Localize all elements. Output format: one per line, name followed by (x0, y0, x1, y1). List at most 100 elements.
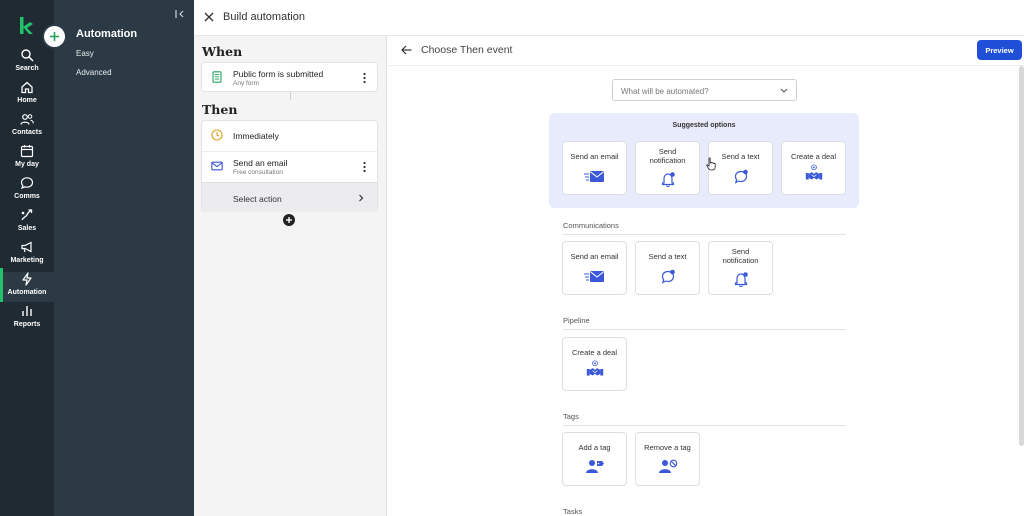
option-create-deal[interactable]: Create a deal (562, 337, 627, 391)
option-send-email[interactable]: Send an email (562, 141, 627, 195)
category-label-tags: Tags (563, 412, 579, 421)
form-icon (212, 71, 222, 83)
option-label: Remove a tag (644, 443, 691, 452)
create-new-button[interactable] (44, 26, 65, 47)
rail-item-search[interactable]: Search (0, 48, 54, 78)
option-add-tag[interactable]: Add a tag (562, 432, 627, 486)
rail-item-home[interactable]: Home (0, 80, 54, 110)
category-divider (563, 234, 846, 235)
home-icon (21, 81, 33, 94)
option-label: Send an email (570, 252, 619, 261)
then-card: Immediately Send an email Free consultat… (201, 120, 378, 212)
option-send-text[interactable]: Send a text (708, 141, 773, 195)
panel-title: Choose Then event (421, 44, 513, 56)
select-action-row[interactable]: Select action (202, 182, 377, 212)
trigger-subtitle: Any form (233, 80, 260, 87)
step-immediately[interactable]: Immediately (202, 121, 377, 151)
clock-icon (211, 129, 223, 141)
email-icon (211, 161, 223, 171)
brand-logo-icon[interactable] (18, 16, 36, 36)
suggested-title: Suggested options (672, 122, 736, 129)
option-send-text[interactable]: Send a text (635, 241, 700, 295)
bar-chart-icon (22, 306, 32, 316)
option-create-deal[interactable]: Create a deal (781, 141, 846, 195)
rail-item-marketing[interactable]: Marketing (0, 240, 54, 270)
rail-label: Contacts (12, 129, 42, 136)
option-label: Send notification (649, 147, 686, 165)
category-label-pipeline: Pipeline (563, 316, 590, 325)
automation-builder: When Public form is submitted Any form T… (194, 36, 387, 516)
top-header: Build automation (194, 0, 1024, 36)
option-send-email[interactable]: Send an email (562, 241, 627, 295)
automation-search-input[interactable] (621, 84, 771, 98)
main-scrollbar[interactable] (1019, 66, 1024, 446)
collapse-sidebar-icon[interactable] (174, 8, 186, 20)
add-tag-icon (586, 460, 604, 473)
option-send-notification[interactable]: Send notification (635, 141, 700, 195)
handshake-deal-icon (805, 164, 823, 180)
rail-item-contacts[interactable]: Contacts (0, 112, 54, 142)
bolt-icon (22, 272, 32, 286)
trigger-title: Public form is submitted (233, 69, 324, 79)
option-label: Send an email (570, 152, 619, 161)
trigger-step[interactable]: Public form is submitted Any form (202, 63, 377, 93)
rail-label: Comms (14, 193, 40, 200)
text-message-icon (734, 169, 748, 184)
option-remove-tag[interactable]: Remove a tag (635, 432, 700, 486)
rail-item-automation[interactable]: Automation (0, 268, 54, 302)
step-title: Send an email (233, 158, 288, 168)
category-label-tasks: Tasks (563, 507, 583, 516)
rail-label: My day (15, 161, 39, 168)
bell-notification-icon (661, 172, 675, 188)
step-send-email[interactable]: Send an email Free consultation (202, 152, 377, 182)
option-send-notification[interactable]: Send notification (708, 241, 773, 295)
handshake-deal-icon (586, 360, 604, 376)
more-options-icon[interactable] (363, 72, 366, 84)
category-label-communications: Communications (563, 221, 619, 230)
rail-label: Home (17, 97, 37, 104)
subnav-title: Automation (76, 28, 138, 40)
contacts-icon (20, 114, 34, 125)
option-label: Add a tag (578, 443, 611, 452)
calendar-icon (20, 145, 34, 158)
rail-item-my-day[interactable]: My day (0, 144, 54, 174)
step-title: Immediately (233, 131, 279, 141)
back-arrow-icon[interactable] (401, 45, 412, 55)
option-label: Send a text (648, 252, 687, 261)
remove-tag-icon (659, 459, 678, 473)
preview-button[interactable]: Preview (977, 40, 1022, 60)
more-options-icon[interactable] (363, 161, 366, 173)
icon-rail: Search Home Contacts My day Comms Sales … (0, 0, 54, 516)
rail-label: Automation (7, 289, 47, 296)
category-divider (563, 425, 846, 426)
option-label: Send notification (722, 247, 759, 265)
then-heading: Then (202, 102, 238, 117)
text-message-icon (661, 269, 675, 284)
category-divider (563, 329, 846, 330)
rail-item-sales[interactable]: Sales (0, 208, 54, 238)
rail-item-reports[interactable]: Reports (0, 304, 54, 334)
connector-line (290, 92, 291, 100)
sales-icon (21, 209, 33, 221)
subnav-item-advanced[interactable]: Advanced (76, 68, 112, 77)
subnav-item-easy[interactable]: Easy (76, 49, 94, 58)
plus-icon (50, 32, 59, 41)
option-label: Send a text (721, 152, 760, 161)
trigger-card[interactable]: Public form is submitted Any form (201, 62, 378, 92)
secondary-sidebar (54, 0, 194, 516)
select-action-label: Select action (233, 194, 282, 204)
chevron-right-icon (359, 194, 364, 202)
automation-search-select[interactable] (612, 79, 797, 101)
rail-label: Search (15, 65, 39, 72)
search-icon (21, 49, 34, 62)
email-send-icon (584, 271, 604, 282)
close-icon[interactable] (204, 12, 214, 22)
option-label: Create a deal (571, 348, 618, 357)
rail-label: Sales (17, 225, 37, 232)
email-send-icon (584, 171, 604, 182)
rail-label: Reports (13, 321, 41, 328)
rail-item-comms[interactable]: Comms (0, 176, 54, 206)
bell-notification-icon (734, 272, 748, 288)
main-header: Choose Then event (388, 36, 1024, 66)
add-step-icon[interactable] (283, 214, 295, 226)
